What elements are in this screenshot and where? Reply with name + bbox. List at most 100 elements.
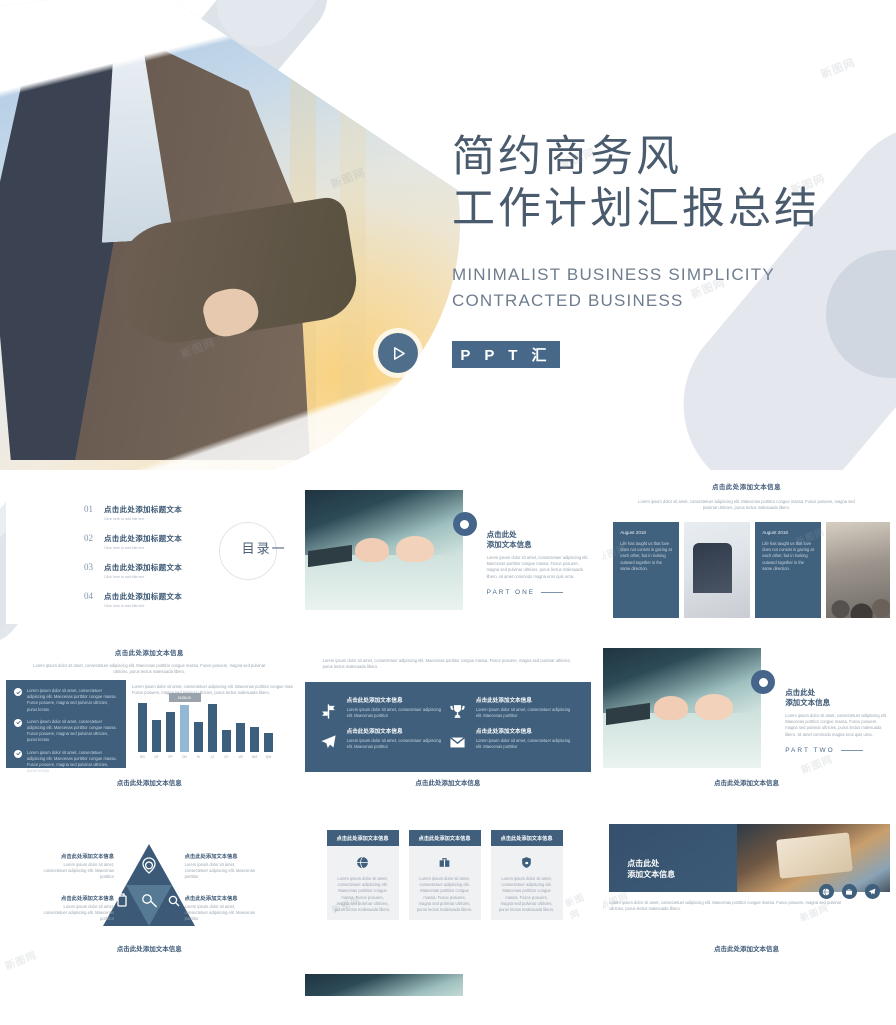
banner-heading-line1: 点击此处 (627, 859, 660, 868)
section-text: 点击此处 添加文本信息 Lorem ipsum dolor sit amet, … (487, 530, 591, 596)
section-photo (603, 648, 762, 768)
slide-thumbnail-grid: 01 点击此处添加标题文本 Click here to add title te… (0, 476, 896, 996)
info-card[interactable]: August 2018 Life has taught us that love… (755, 522, 822, 618)
list-item: Lorem ipsum dolor sit amet, consectetuer… (14, 718, 118, 744)
slide-cell[interactable] (299, 974, 598, 996)
feature-card[interactable]: 点击此处添加文本信息 Lorem ipsum dolor sit amet, c… (326, 830, 399, 920)
globe-icon (335, 856, 391, 869)
pyramid-label-title: 点击此处添加文本信息 (61, 854, 114, 860)
info-card[interactable]: August 2018 Life has taught us that love… (613, 522, 680, 618)
briefcase-icon[interactable] (841, 884, 857, 899)
list-item[interactable]: 03 点击此处添加标题文本 Click here to add title te… (84, 562, 182, 579)
slide-cell[interactable]: 点击此处添加文本信息 Lorem ipsum dolor sit amet, c… (0, 808, 299, 974)
slide-footer: 点击此处添加文本信息 (116, 946, 182, 953)
bar-series: ¥1286.00 (132, 693, 293, 753)
banner-overlay: 点击此处 添加文本信息 (609, 824, 738, 892)
bar (138, 703, 147, 753)
list-item-text: Lorem ipsum dolor sit amet, consectetuer… (27, 749, 117, 774)
slide-august-cards[interactable]: 点击此处添加文本信息 Lorem ipsum dolor sit amet, c… (603, 476, 890, 624)
bar (208, 704, 217, 753)
slide-part-two[interactable]: 点击此处 添加文本信息 Lorem ipsum dolor sit amet, … (603, 642, 890, 790)
slide-three-cards[interactable]: 点击此处添加文本信息 Lorem ipsum dolor sit amet, c… (304, 808, 592, 956)
slide-cell[interactable]: 点击此处添加文本信息 Lorem ipsum dolor sit amet, c… (0, 642, 299, 808)
slide-cell[interactable]: 点击此处 添加文本信息 Lorem ipsum dolor sit amet, … (597, 808, 896, 974)
slide-photo-text[interactable]: 点击此处 添加文本信息 Lorem ipsum dolor sit amet, … (603, 808, 890, 956)
list-item[interactable]: 点击此处添加文本信息 Lorem ipsum dolor sit amet, c… (448, 727, 577, 758)
toc-heading: 目录一 (241, 541, 287, 556)
card-photo-meeting (684, 522, 751, 618)
toc-title: 点击此处添加标题文本 (104, 592, 182, 601)
section-heading-line1: 点击此处 (785, 688, 816, 697)
section-text: 点击此处 添加文本信息 Lorem ipsum dolor sit amet, … (785, 688, 889, 754)
card-header: 点击此处添加文本信息 (490, 830, 563, 846)
ring-decor (751, 670, 776, 694)
feature-card[interactable]: 点击此处添加文本信息 Lorem ipsum dolor sit amet, c… (490, 830, 563, 920)
toc-subtitle: Click here to add title text (104, 546, 145, 550)
paper-plane-icon (319, 727, 339, 758)
slide-cell[interactable]: 点击此处添加文本信息 Lorem ipsum dolor sit amet, c… (299, 808, 598, 974)
slide-row-3: 点击此处添加文本信息 Lorem ipsum dolor sit amet, c… (0, 808, 896, 974)
section-tag: PART ONE (487, 589, 591, 596)
slide-cell[interactable]: 点击此处 添加文本信息 Lorem ipsum dolor sit amet, … (597, 642, 896, 808)
slide-cell[interactable] (0, 974, 299, 996)
slide-pyramid[interactable]: 点击此处添加文本信息 Lorem ipsum dolor sit amet, c… (6, 808, 293, 956)
card-body: Lorem ipsum dolor sit amet, consectetuer… (416, 876, 473, 913)
paper-plane-icon[interactable] (864, 884, 880, 899)
icon-item-title: 点击此处添加文本信息 (346, 729, 403, 735)
chart-tooltip: ¥1286.00 (168, 693, 201, 703)
section-heading-line2: 添加文本信息 (486, 540, 532, 549)
slide-partial[interactable] (603, 974, 890, 996)
section-photo (304, 490, 463, 610)
list-item[interactable]: 02 点击此处添加标题文本 Click here to add title te… (84, 533, 182, 550)
slide-cell[interactable]: 01 点击此处添加标题文本 Click here to add title te… (0, 476, 299, 642)
list-item[interactable]: 01 点击此处添加标题文本 Click here to add title te… (84, 504, 182, 521)
bar (222, 730, 231, 753)
bar-label: NM (252, 755, 257, 760)
shield-lock-icon (499, 856, 555, 869)
slide-cell[interactable]: 点击此处 添加文本信息 Lorem ipsum dolor sit amet, … (299, 476, 598, 642)
slide-table-of-contents[interactable]: 01 点击此处添加标题文本 Click here to add title te… (6, 476, 293, 624)
play-button[interactable] (378, 333, 418, 373)
slide-title: 点击此处添加文本信息 (711, 484, 781, 491)
page-title: 简约商务风 工作计划汇报总结 (452, 132, 820, 236)
slide-bar-chart[interactable]: 点击此处添加文本信息 Lorem ipsum dolor sit amet, c… (6, 642, 293, 790)
slide-partial[interactable] (304, 974, 592, 996)
icon-dot-group (818, 884, 880, 899)
check-icon (14, 718, 22, 727)
slide-cell[interactable]: 点击此处添加文本信息 Lorem ipsum dolor sit amet, c… (597, 476, 896, 642)
bar-axis-labels: BG DF FP DH IK LZ XC VB NM QW (132, 755, 293, 759)
section-heading-line2: 添加文本信息 (785, 698, 831, 707)
check-icon (14, 749, 22, 758)
globe-icon[interactable] (818, 884, 834, 899)
checklist-panel: Lorem ipsum dolor sit amet, consectetuer… (6, 680, 126, 773)
slide-intro: Lorem ipsum dolor sit amet, consectetuer… (33, 663, 266, 675)
cover-subtitle-line1: MINIMALIST BUSINESS SIMPLICITY (452, 265, 775, 284)
list-item: Lorem ipsum dolor sit amet, consectetuer… (14, 688, 118, 713)
icon-item-title: 点击此处添加文本信息 (475, 729, 532, 735)
card-header: 点击此处添加文本信息 (326, 830, 399, 846)
list-item[interactable]: 点击此处添加文本信息 Lorem ipsum dolor sit amet, c… (319, 696, 448, 727)
section-body: Lorem ipsum dolor sit amet, consectetuer… (785, 713, 888, 737)
pyramid-label-body: Lorem ipsum dolor sit amet, consectetuer… (43, 904, 114, 922)
icon-panel: 点击此处添加文本信息 Lorem ipsum dolor sit amet, c… (304, 682, 592, 772)
list-item[interactable]: 04 点击此处添加标题文本 Click here to add title te… (84, 591, 182, 608)
section-heading-line1: 点击此处 (486, 530, 517, 539)
card-group: 点击此处添加文本信息 Lorem ipsum dolor sit amet, c… (326, 830, 563, 920)
pyramid-label-title: 点击此处添加文本信息 (61, 896, 114, 902)
slide-part-one[interactable]: 点击此处 添加文本信息 Lorem ipsum dolor sit amet, … (304, 476, 592, 624)
slide-partial[interactable] (6, 974, 293, 996)
cover-photo-overlay-bottom (0, 0, 460, 470)
card-date: August 2018 (620, 530, 646, 535)
slide-cell[interactable] (597, 974, 896, 996)
slide-cell[interactable]: Lorem ipsum dolor sit amet, consectetuer… (299, 642, 598, 808)
slide-four-icons[interactable]: Lorem ipsum dolor sit amet, consectetuer… (304, 642, 592, 790)
feature-card[interactable]: 点击此处添加文本信息 Lorem ipsum dolor sit amet, c… (408, 830, 481, 920)
list-item[interactable]: 点击此处添加文本信息 Lorem ipsum dolor sit amet, c… (448, 696, 577, 727)
toc-subtitle: Click here to add title text (104, 517, 145, 521)
list-item[interactable]: 点击此处添加文本信息 Lorem ipsum dolor sit amet, c… (319, 727, 448, 758)
ring-decor (452, 512, 477, 536)
card-photo-audience (826, 522, 890, 618)
pyramid-label-body: Lorem ipsum dolor sit amet, consectetuer… (184, 904, 255, 922)
toc-title: 点击此处添加标题文本 (104, 534, 182, 543)
bar-label: IK (196, 755, 200, 760)
